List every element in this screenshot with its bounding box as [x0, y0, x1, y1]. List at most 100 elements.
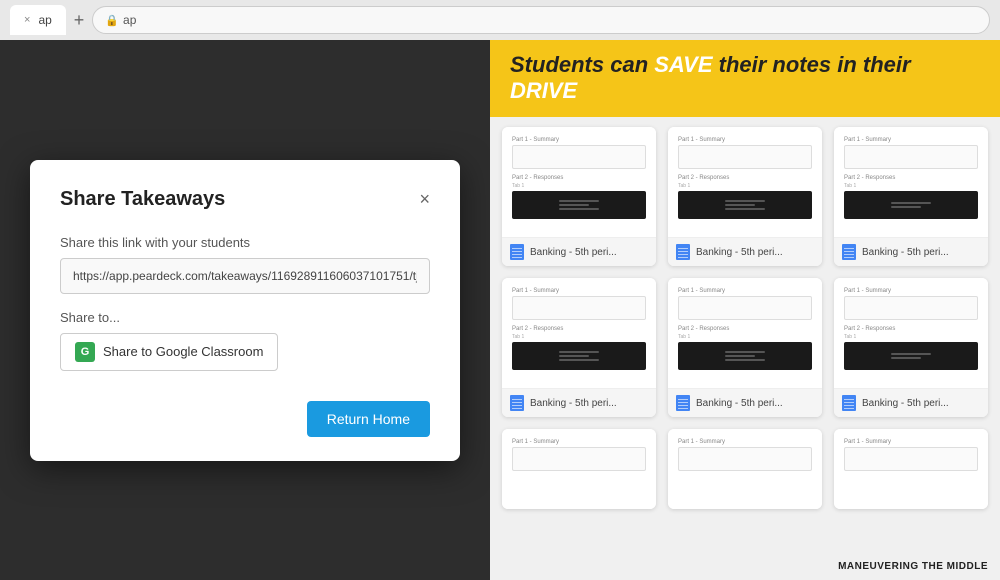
url-bar[interactable]: 🔒 ap — [92, 6, 990, 34]
card-preview: Part 1 - Summary Part 2 - Responses Tab … — [834, 278, 988, 388]
card-line — [559, 200, 599, 202]
card-tab: Tab 1 — [678, 334, 812, 340]
card-text-box — [678, 145, 812, 169]
card-name: Banking - 5th peri... — [696, 247, 783, 258]
card-preview: Part 1 - Summary Part 2 - Responses Tab … — [834, 127, 988, 237]
card-tab: Tab 1 — [678, 183, 812, 189]
card-part2-label: Part 2 - Responses — [678, 175, 812, 181]
card-part1-label: Part 1 - Summary — [678, 439, 812, 445]
card-footer: Banking - 5th peri... — [502, 388, 656, 417]
card-tab: Tab 1 — [512, 183, 646, 189]
drive-card[interactable]: Part 1 - Summary Part 2 - Responses Tab … — [502, 278, 656, 417]
card-preview: Part 1 - Summary Part 2 - Responses Tab … — [502, 278, 656, 388]
browser-tab[interactable]: × ap — [10, 5, 66, 35]
card-dark-preview — [844, 342, 978, 370]
docs-icon — [510, 244, 524, 260]
card-name: Banking - 5th peri... — [862, 247, 949, 258]
card-part2-label: Part 2 - Responses — [678, 326, 812, 332]
return-home-button[interactable]: Return Home — [307, 401, 430, 437]
card-preview: Part 1 - Summary Part 2 - Responses Tab … — [668, 278, 822, 388]
docs-icon — [842, 395, 856, 411]
docs-icon — [842, 244, 856, 260]
banner-highlight-save: SAVE — [654, 52, 712, 77]
banner-text: Students can SAVE their notes in their D… — [510, 52, 980, 105]
card-part2-label: Part 2 - Responses — [512, 326, 646, 332]
modal-title: Share Takeaways — [60, 188, 225, 211]
card-tab: Tab 1 — [844, 334, 978, 340]
drive-card[interactable]: Part 1 - Summary Part 2 - Responses Tab … — [668, 127, 822, 266]
share-to-label: Share to... — [60, 310, 430, 325]
card-footer: Banking - 5th peri... — [834, 388, 988, 417]
card-text-box — [678, 296, 812, 320]
card-text-box — [512, 296, 646, 320]
card-part1-label: Part 1 - Summary — [512, 288, 646, 294]
card-line — [891, 353, 931, 355]
docs-icon — [676, 395, 690, 411]
right-panel: Students can SAVE their notes in their D… — [490, 40, 1000, 580]
card-footer: Banking - 5th peri... — [668, 388, 822, 417]
card-line — [891, 357, 921, 359]
card-part2-label: Part 2 - Responses — [512, 175, 646, 181]
card-name: Banking - 5th peri... — [530, 247, 617, 258]
card-text-box — [512, 145, 646, 169]
card-part2-label: Part 2 - Responses — [844, 175, 978, 181]
drive-card[interactable]: Part 1 - Summary Part 2 - Responses Tab … — [668, 278, 822, 417]
card-part1-label: Part 1 - Summary — [512, 137, 646, 143]
card-line — [725, 200, 765, 202]
banner-highlight-drive: DRIVE — [510, 78, 577, 103]
card-dark-preview — [512, 342, 646, 370]
card-lines — [725, 351, 765, 361]
card-name: Banking - 5th peri... — [530, 398, 617, 409]
drive-card[interactable]: Part 1 - Summary — [668, 429, 822, 509]
card-line — [559, 208, 599, 210]
drive-card[interactable]: Part 1 - Summary — [834, 429, 988, 509]
card-preview: Part 1 - Summary — [834, 429, 988, 509]
card-part1-label: Part 1 - Summary — [678, 137, 812, 143]
card-line — [559, 204, 589, 206]
tab-close-icon[interactable]: × — [24, 14, 30, 26]
card-line — [891, 206, 921, 208]
modal-footer: Return Home — [60, 401, 430, 437]
card-line — [725, 351, 765, 353]
card-line — [891, 202, 931, 204]
lock-icon: 🔒 — [105, 14, 119, 27]
card-line — [725, 359, 765, 361]
card-line — [559, 355, 589, 357]
card-part1-label: Part 1 - Summary — [844, 288, 978, 294]
card-text-box — [678, 447, 812, 471]
card-line — [559, 351, 599, 353]
card-line — [725, 204, 755, 206]
card-dark-preview — [844, 191, 978, 219]
card-lines — [725, 200, 765, 210]
drive-card[interactable]: Part 1 - Summary Part 2 - Responses Tab … — [834, 278, 988, 417]
modal-close-button[interactable]: × — [419, 190, 430, 208]
watermark: MANEUVERING THE MIDDLE — [838, 561, 988, 572]
card-text-box — [844, 447, 978, 471]
google-classroom-icon: G — [75, 342, 95, 362]
card-preview: Part 1 - Summary Part 2 - Responses Tab … — [502, 127, 656, 237]
card-footer: Banking - 5th peri... — [502, 237, 656, 266]
new-tab-button[interactable]: + — [74, 11, 85, 29]
drive-card[interactable]: Part 1 - Summary Part 2 - Responses Tab … — [834, 127, 988, 266]
card-lines — [891, 353, 931, 359]
drive-card[interactable]: Part 1 - Summary Part 2 - Responses Tab … — [502, 127, 656, 266]
card-line — [725, 208, 765, 210]
docs-icon — [510, 395, 524, 411]
card-lines — [559, 200, 599, 210]
tab-label: ap — [38, 13, 51, 27]
card-name: Banking - 5th peri... — [696, 398, 783, 409]
left-panel: Share Takeaways × Share this link with y… — [0, 40, 490, 580]
docs-icon — [676, 244, 690, 260]
yellow-banner: Students can SAVE their notes in their D… — [490, 40, 1000, 117]
share-link-input[interactable] — [60, 258, 430, 294]
card-part1-label: Part 1 - Summary — [678, 288, 812, 294]
share-modal: Share Takeaways × Share this link with y… — [30, 160, 460, 461]
card-dark-preview — [678, 342, 812, 370]
cards-grid: Part 1 - Summary Part 2 - Responses Tab … — [490, 115, 1000, 580]
card-part1-label: Part 1 - Summary — [512, 439, 646, 445]
share-google-classroom-button[interactable]: G Share to Google Classroom — [60, 333, 278, 371]
card-name: Banking - 5th peri... — [862, 398, 949, 409]
card-lines — [891, 202, 931, 208]
drive-card[interactable]: Part 1 - Summary — [502, 429, 656, 509]
card-preview: Part 1 - Summary — [502, 429, 656, 509]
